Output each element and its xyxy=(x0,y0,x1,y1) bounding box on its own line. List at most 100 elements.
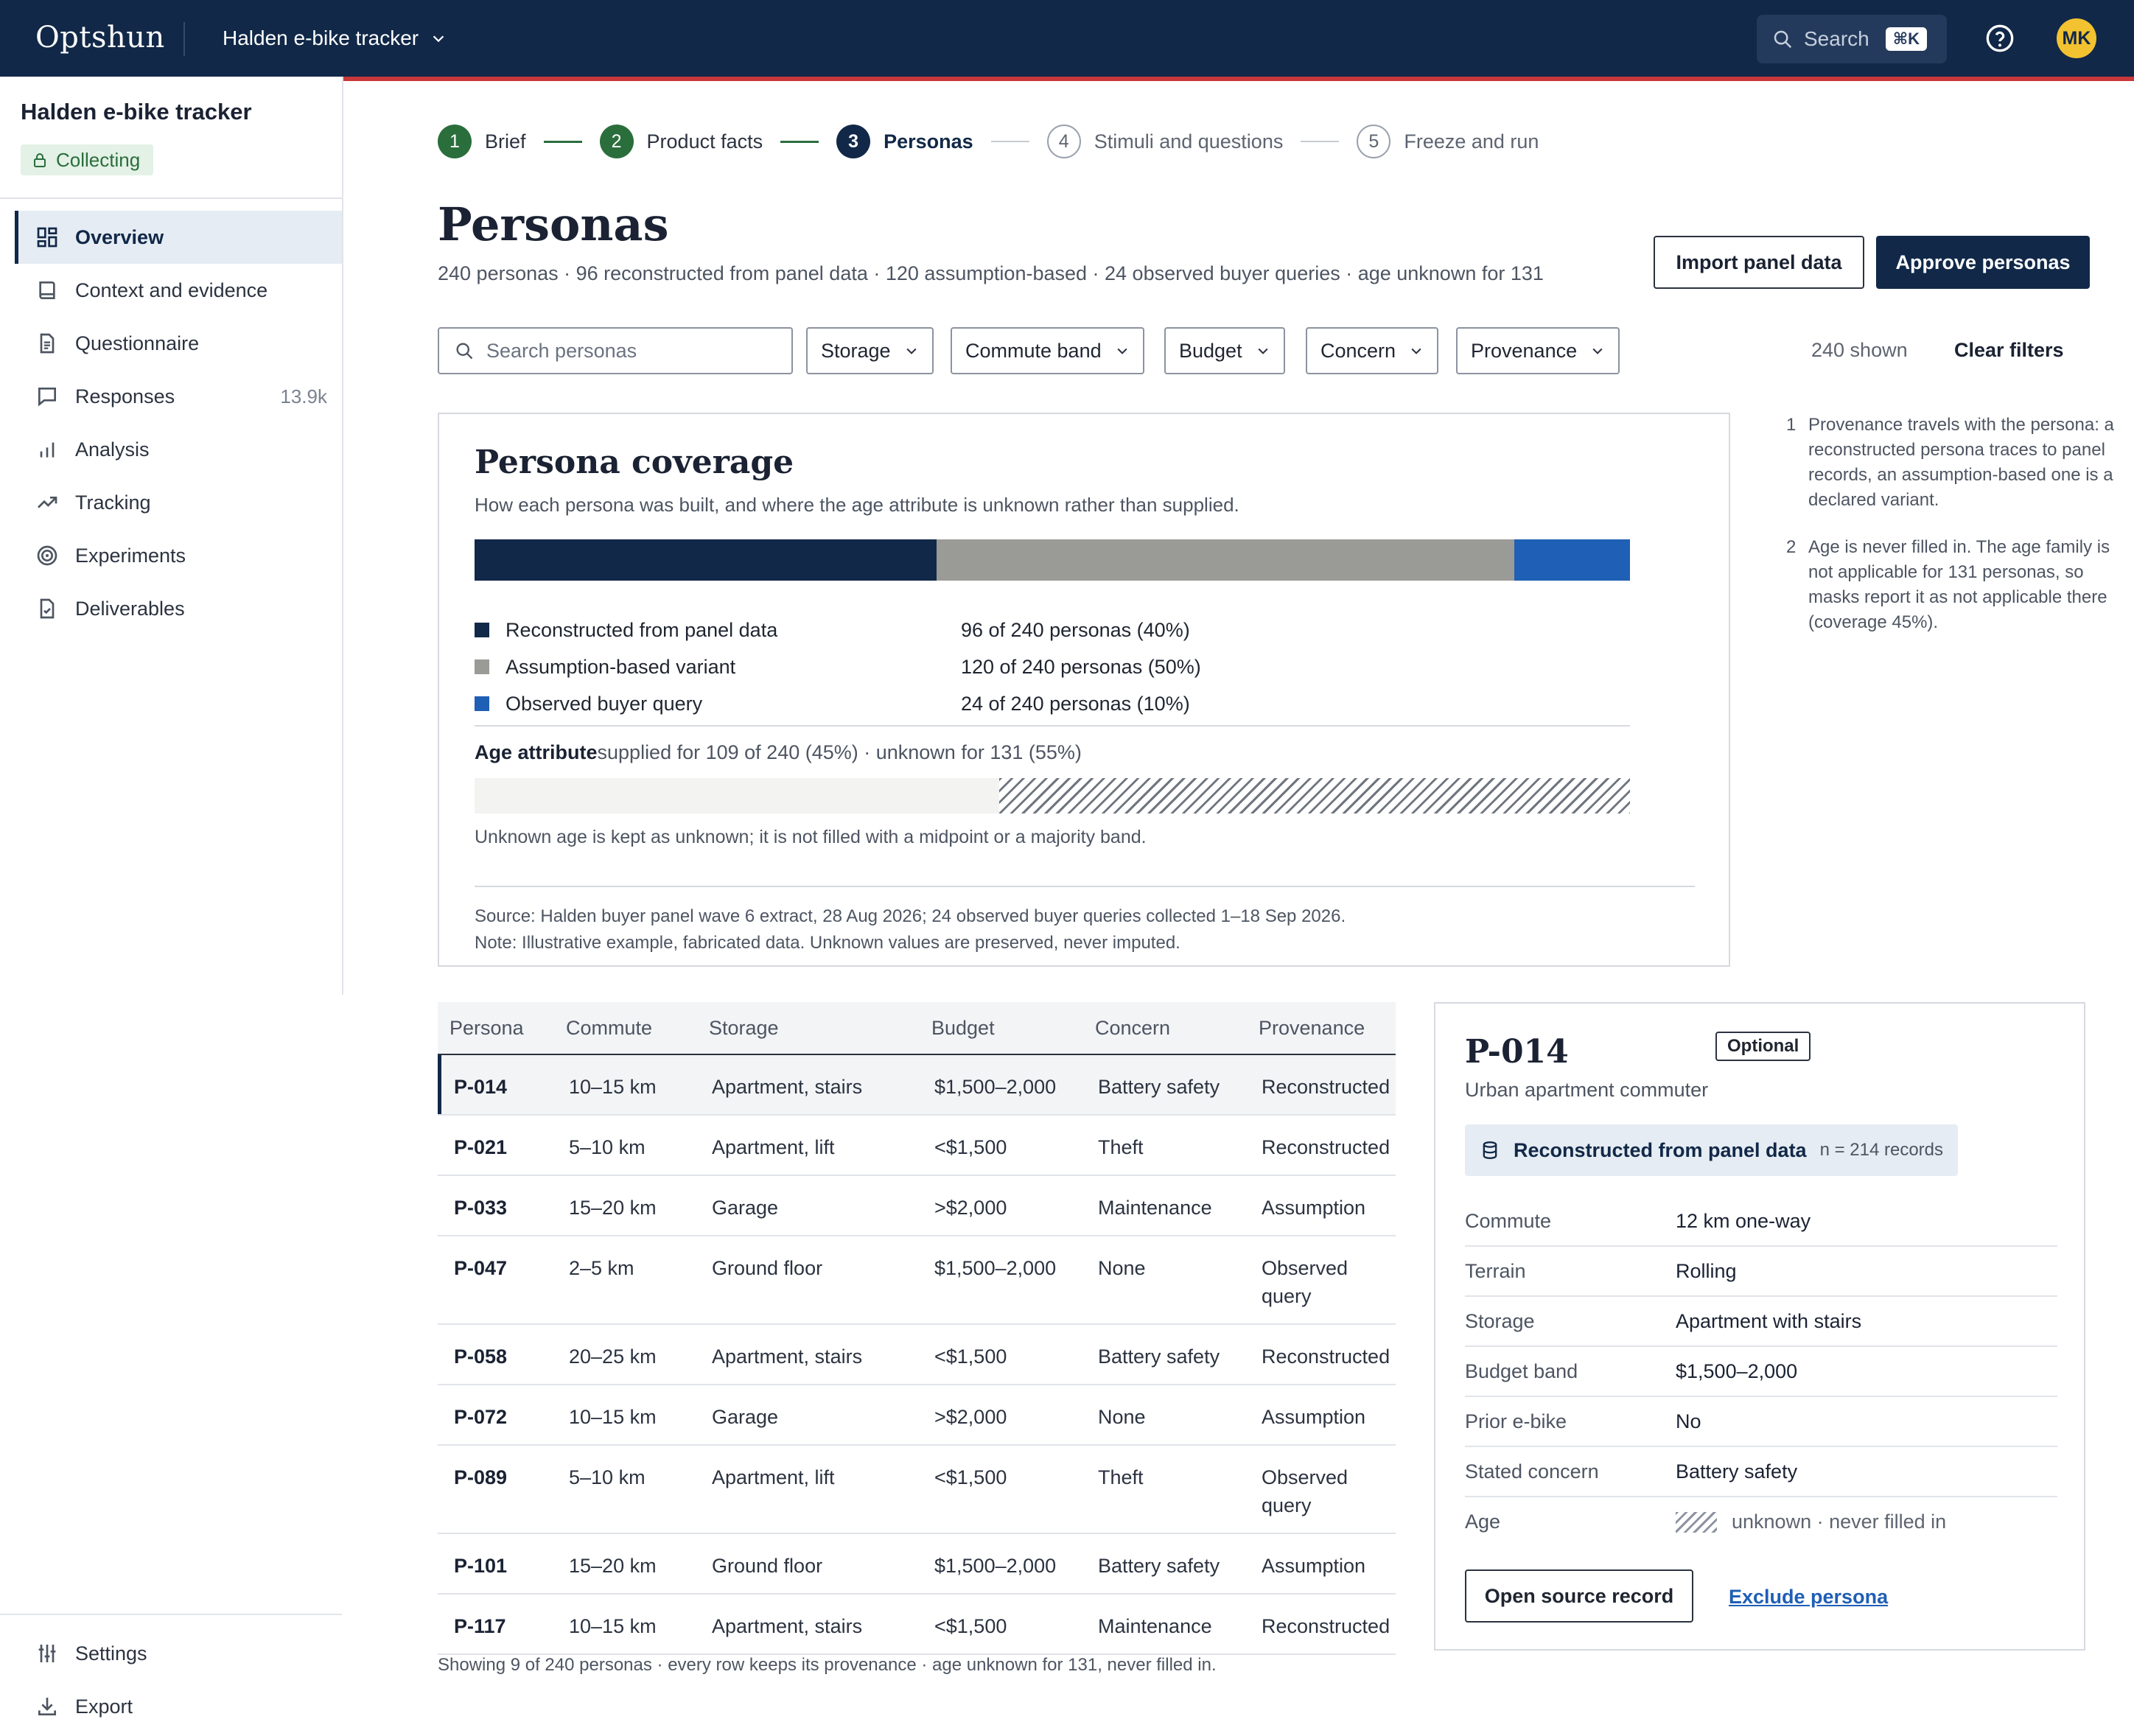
sidebar-item-deliverables[interactable]: Deliverables xyxy=(15,582,342,635)
footnote-text: Provenance travels with the persona: a r… xyxy=(1808,415,2114,510)
table-row[interactable]: P-117 10–15 km Apartment, stairs <$1,500 Mai… xyxy=(438,1595,1396,1655)
legend-row-observed: Observed buyer query 24 of 240 personas … xyxy=(475,685,1630,722)
sidebar-separator xyxy=(0,197,342,199)
attribute-value: 12 km one-way xyxy=(1676,1210,1811,1232)
column-header[interactable]: Commute xyxy=(566,1017,652,1040)
unknown-hatch-swatch xyxy=(1676,1511,1717,1533)
step-number: 4 xyxy=(1046,125,1081,158)
sidebar-item-label: Context and evidence xyxy=(75,279,268,301)
table-footer: Showing 9 of 240 personas · every row ke… xyxy=(438,1655,1217,1675)
sidebar-item-context[interactable]: Context and evidence xyxy=(15,264,342,317)
column-header[interactable]: Storage xyxy=(709,1017,779,1040)
step-stimuli[interactable]: 4 Stimuli and questions xyxy=(1046,125,1283,158)
coverage-divider xyxy=(475,725,1630,727)
table-row[interactable]: P-021 5–10 km Apartment, lift <$1,500 Theft R… xyxy=(438,1116,1396,1176)
exclude-persona-link[interactable]: Exclude persona xyxy=(1729,1586,1888,1609)
concern-cell: Maintenance xyxy=(1098,1197,1212,1219)
footnotes: 1 Provenance travels with the persona: a… xyxy=(1786,413,2128,657)
attribute-key: Age xyxy=(1465,1511,1501,1533)
concern-cell: None xyxy=(1098,1406,1146,1428)
commute-cell: 20–25 km xyxy=(569,1345,657,1368)
filter-storage[interactable]: Storage xyxy=(806,327,934,374)
attribute-row: Age unknown · never filled in xyxy=(1465,1497,2057,1547)
open-source-record-button[interactable]: Open source record xyxy=(1465,1569,1693,1623)
chevron-down-icon xyxy=(1411,348,1421,354)
column-header[interactable]: Budget xyxy=(931,1017,995,1040)
attribute-row: Prior e-bike No xyxy=(1465,1397,2057,1447)
search-shortcut: ⌘K xyxy=(1885,27,1928,51)
age-attribute-detail: supplied for 109 of 240 (45%) · unknown … xyxy=(597,741,1082,763)
sliders-icon xyxy=(38,1645,56,1662)
app-logo[interactable]: Optshun xyxy=(35,21,165,55)
commute-cell: 5–10 km xyxy=(569,1466,646,1488)
concern-cell: Battery safety xyxy=(1098,1076,1220,1098)
approve-personas-button[interactable]: Approve personas xyxy=(1876,236,2090,289)
legend-row-reconstructed: Reconstructed from panel data 96 of 240 … xyxy=(475,612,1630,648)
filter-commute-band[interactable]: Commute band xyxy=(951,327,1144,374)
sidebar-item-settings[interactable]: Settings xyxy=(15,1627,342,1680)
lock-icon xyxy=(34,153,46,167)
budget-cell: $1,500–2,000 xyxy=(934,1555,1057,1577)
sidebar-item-experiments[interactable]: Experiments xyxy=(15,529,342,582)
table-row[interactable]: P-058 20–25 km Apartment, stairs <$1,500 Bat… xyxy=(438,1325,1396,1385)
budget-cell: $1,500–2,000 xyxy=(934,1257,1057,1279)
chat-icon xyxy=(38,388,56,407)
storage-cell: Apartment, stairs xyxy=(712,1076,863,1098)
table-row[interactable]: P-101 15–20 km Ground floor $1,500–2,000 Bat… xyxy=(438,1534,1396,1595)
avatar[interactable]: MK xyxy=(2057,18,2096,58)
search-placeholder: Search personas xyxy=(486,339,637,362)
chevron-down-icon xyxy=(1592,348,1603,354)
sidebar-item-questionnaire[interactable]: Questionnaire xyxy=(15,317,342,370)
attribute-value: Battery safety xyxy=(1676,1460,1798,1483)
footnote-number: 1 xyxy=(1786,415,1797,435)
step-product-facts[interactable]: 2 Product facts xyxy=(599,125,763,158)
column-header[interactable]: Concern xyxy=(1095,1017,1170,1040)
table-row[interactable]: P-014 10–15 km Apartment, stairs $1,500–2,0… xyxy=(438,1055,1396,1116)
table-header: Persona Commute Storage Budget Concern Proven… xyxy=(438,1002,1396,1055)
clear-filters-button[interactable]: Clear filters xyxy=(1954,339,2064,362)
storage-cell: Garage xyxy=(712,1406,779,1428)
provenance-cell: Assumption xyxy=(1262,1197,1366,1219)
attribute-key: Prior e-bike xyxy=(1465,1410,1567,1432)
attribute-value-text: unknown · never filled in xyxy=(1732,1511,1947,1533)
concern-cell: Theft xyxy=(1098,1136,1144,1158)
table-row[interactable]: P-033 15–20 km Garage >$2,000 Maintenance Ass… xyxy=(438,1176,1396,1236)
sidebar-item-tracking[interactable]: Tracking xyxy=(15,476,342,529)
table-row[interactable]: P-089 5–10 km Apartment, lift <$1,500 Theft O… xyxy=(438,1446,1396,1534)
step-freeze-run[interactable]: 5 Freeze and run xyxy=(1357,125,1539,158)
sidebar-item-overview[interactable]: Overview xyxy=(15,211,342,264)
column-header[interactable]: Provenance xyxy=(1259,1017,1365,1040)
sidebar-item-label: Analysis xyxy=(75,438,150,461)
sidebar-item-label: Settings xyxy=(75,1642,147,1665)
attribute-key: Commute xyxy=(1465,1210,1552,1232)
sidebar-item-label: Responses xyxy=(75,385,175,407)
budget-cell: >$2,000 xyxy=(934,1197,1007,1219)
search-icon xyxy=(1774,30,1792,49)
legend-label: Assumption-based variant xyxy=(505,655,736,678)
filter-provenance[interactable]: Provenance xyxy=(1456,327,1620,374)
commute-cell: 15–20 km xyxy=(569,1197,657,1219)
table-row[interactable]: P-072 10–15 km Garage >$2,000 None Assumption xyxy=(438,1385,1396,1446)
column-header[interactable]: Persona xyxy=(449,1017,524,1040)
step-brief[interactable]: 1 Brief xyxy=(438,125,526,158)
help-icon[interactable] xyxy=(1985,24,2015,53)
global-search[interactable]: Search ⌘K xyxy=(1757,15,1947,63)
concern-cell: Theft xyxy=(1098,1466,1144,1488)
step-connector xyxy=(990,141,1029,142)
sidebar-item-analysis[interactable]: Analysis xyxy=(15,423,342,476)
import-panel-data-button[interactable]: Import panel data xyxy=(1654,236,1864,289)
project-switcher[interactable]: Halden e-bike tracker xyxy=(223,0,447,77)
persona-search-input[interactable]: Search personas xyxy=(438,327,793,374)
commute-cell: 5–10 km xyxy=(569,1136,646,1158)
responses-count: 13.9k xyxy=(280,385,327,407)
sidebar-item-export[interactable]: Export xyxy=(15,1680,342,1733)
sidebar-item-responses[interactable]: Responses 13.9k xyxy=(15,370,342,423)
persona-id-cell: P-058 xyxy=(454,1345,508,1368)
filter-budget[interactable]: Budget xyxy=(1164,327,1285,374)
provenance-cell: Observed query xyxy=(1262,1466,1348,1516)
step-personas[interactable]: 3 Personas xyxy=(836,125,973,158)
filter-concern[interactable]: Concern xyxy=(1306,327,1439,374)
provenance-chip: Reconstructed from panel data n = 214 re… xyxy=(1465,1124,1959,1176)
table-row[interactable]: P-047 2–5 km Ground floor $1,500–2,000 None O… xyxy=(438,1236,1396,1325)
step-label: Brief xyxy=(485,130,526,153)
